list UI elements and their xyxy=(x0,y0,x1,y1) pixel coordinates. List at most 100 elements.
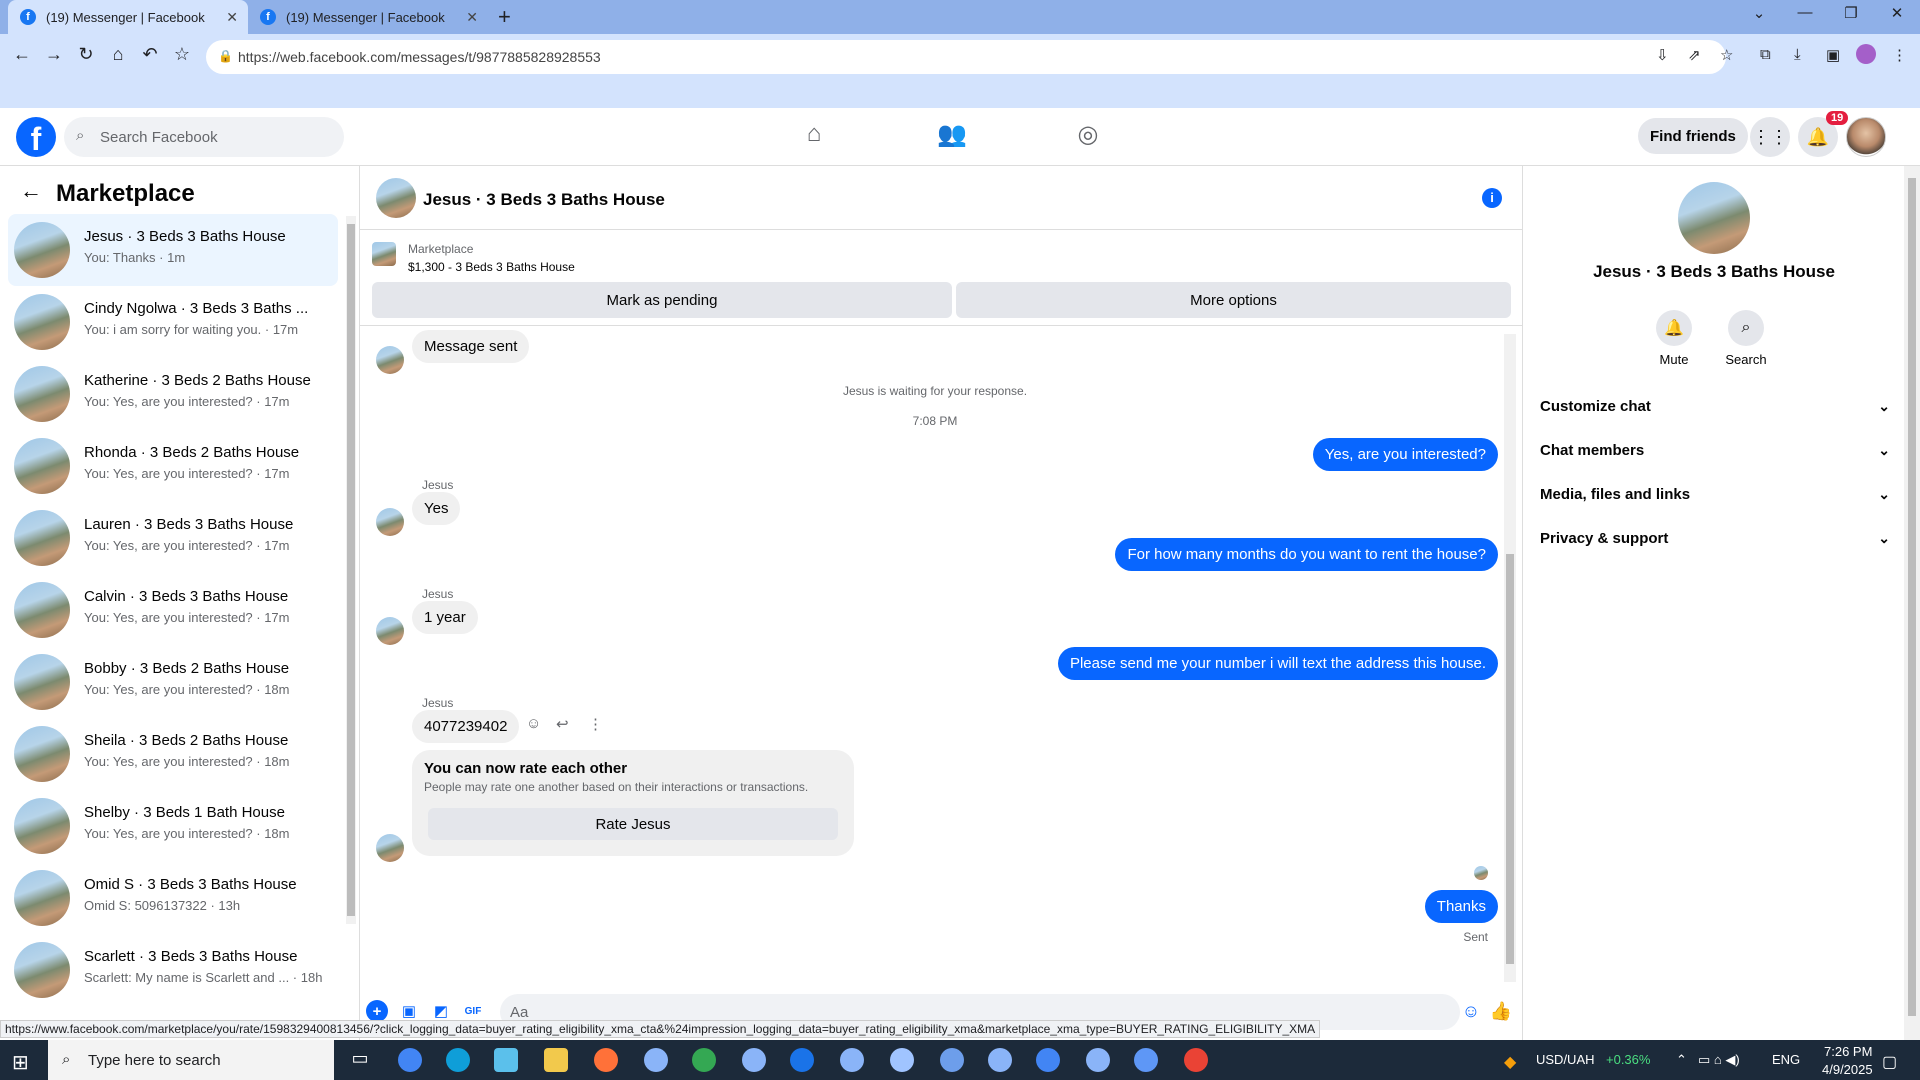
message-bubble-outgoing[interactable]: Thanks xyxy=(1424,890,1498,923)
clock-date[interactable]: 4/9/2025 xyxy=(1822,1062,1873,1077)
app-icon[interactable] xyxy=(494,1048,518,1072)
menu-grid-icon[interactable]: ⋮⋮ xyxy=(1750,117,1790,157)
sidebar-icon[interactable]: ▣ xyxy=(1826,46,1840,64)
downloads-icon[interactable]: ⤓ xyxy=(1794,46,1801,63)
chrome-profile-icon[interactable] xyxy=(644,1048,668,1072)
language[interactable]: ENG xyxy=(1772,1052,1800,1067)
taskbar-search[interactable]: ⌕ Type here to search xyxy=(48,1040,334,1080)
conversation-item[interactable]: Calvin · 3 Beds 3 Baths House You: Yes, a… xyxy=(8,574,338,646)
menu-icon[interactable]: ⋮ xyxy=(1892,46,1907,64)
conversation-item[interactable]: Bobby · 3 Beds 2 Baths House You: Yes, ar… xyxy=(8,646,338,718)
sidebar-scrollbar[interactable] xyxy=(346,216,356,924)
reload-icon[interactable]: ↻ xyxy=(72,44,100,65)
message-bubble-incoming[interactable]: Yes xyxy=(412,492,461,525)
chrome-profile-icon[interactable] xyxy=(790,1048,814,1072)
home-icon[interactable]: ⌂ xyxy=(104,44,132,65)
file-explorer-icon[interactable] xyxy=(544,1048,568,1072)
home-nav-icon[interactable]: ⌂ xyxy=(784,120,844,148)
conversation-item[interactable]: Scarlett · 3 Beds 3 Baths House Scarlett:… xyxy=(8,934,338,1006)
conversation-item[interactable]: Jesus · 3 Beds 3 Baths House You: Thanks … xyxy=(8,214,338,286)
groups-nav-icon[interactable]: ◎ xyxy=(1058,120,1118,149)
install-icon[interactable]: ⇩ xyxy=(1656,46,1669,64)
message-bubble-outgoing[interactable]: Yes, are you interested? xyxy=(1312,438,1498,471)
search-icon[interactable]: ⌕ xyxy=(1728,310,1764,346)
back-arrow-icon[interactable]: ← xyxy=(20,178,42,204)
conversation-item[interactable]: Katherine · 3 Beds 2 Baths House You: Yes… xyxy=(8,358,338,430)
url-bar[interactable]: 🔒 https://web.facebook.com/messages/t/98… xyxy=(206,40,1726,74)
conversation-item[interactable]: Rhonda · 3 Beds 2 Baths House You: Yes, a… xyxy=(8,430,338,502)
more-icon[interactable]: ⋮ xyxy=(588,715,603,733)
scrollbar-thumb[interactable] xyxy=(1908,178,1916,1016)
minimize-icon[interactable]: — xyxy=(1782,4,1828,21)
clock-time[interactable]: 7:26 PM xyxy=(1824,1044,1872,1059)
page-scrollbar[interactable] xyxy=(1904,166,1920,1040)
chrome-profile-icon[interactable] xyxy=(742,1048,766,1072)
maximize-icon[interactable]: ❐ xyxy=(1828,4,1874,22)
conversation-item[interactable]: Omid S · 3 Beds 3 Baths House Omid S: 509… xyxy=(8,862,338,934)
find-friends-button[interactable]: Find friends xyxy=(1638,118,1748,154)
new-tab-icon[interactable]: + xyxy=(498,4,511,30)
star-icon[interactable]: ☆ xyxy=(1720,46,1733,64)
currency-pair[interactable]: USD/UAH xyxy=(1536,1052,1595,1067)
scrollbar-thumb[interactable] xyxy=(347,224,355,916)
message-bubble-incoming[interactable]: 1 year xyxy=(412,601,478,634)
scrollbar-thumb[interactable] xyxy=(1506,554,1514,964)
listing-thumbnail[interactable] xyxy=(372,242,396,266)
chrome-profile-icon[interactable] xyxy=(1036,1048,1060,1072)
facebook-logo-icon[interactable]: f xyxy=(16,117,56,157)
message-bubble-outgoing[interactable]: For how many months do you want to rent … xyxy=(1115,538,1498,571)
task-view-icon[interactable]: ▭ xyxy=(348,1048,372,1072)
conversation-item[interactable]: Sheila · 3 Beds 2 Baths House You: Yes, a… xyxy=(8,718,338,790)
crop-icon[interactable]: ⧉ xyxy=(1760,46,1771,63)
chat-members-row[interactable]: Chat members ⌄ xyxy=(1540,432,1890,468)
close-window-icon[interactable]: ✕ xyxy=(1874,4,1920,22)
chat-avatar[interactable] xyxy=(376,178,416,218)
conversation-item[interactable]: Shelby · 3 Beds 1 Bath House You: Yes, ar… xyxy=(8,790,338,862)
facebook-search-input[interactable]: ⌕ Search Facebook xyxy=(64,117,344,157)
privacy-support-row[interactable]: Privacy & support ⌄ xyxy=(1540,520,1890,556)
tray-chevron-icon[interactable]: ⌃ xyxy=(1676,1052,1687,1068)
chrome-profile-icon[interactable] xyxy=(890,1048,914,1072)
info-icon[interactable]: i xyxy=(1482,188,1502,208)
conversation-item[interactable]: Cindy Ngolwa · 3 Beds 3 Baths ... You: i … xyxy=(8,286,338,358)
media-files-links-row[interactable]: Media, files and links ⌄ xyxy=(1540,476,1890,512)
more-options-button[interactable]: More options xyxy=(956,282,1511,318)
notification-center-icon[interactable]: ▢ xyxy=(1882,1052,1897,1072)
message-bubble-incoming[interactable]: 4077239402 xyxy=(412,710,520,743)
gif-icon[interactable]: GIF xyxy=(462,1000,484,1022)
chrome-profile-icon[interactable] xyxy=(1086,1048,1110,1072)
message-bubble-incoming[interactable]: Message sent xyxy=(412,330,530,363)
chrome-icon[interactable] xyxy=(398,1048,422,1072)
bell-icon[interactable]: 🔔 xyxy=(1656,310,1692,346)
close-tab-icon[interactable]: ✕ xyxy=(466,9,478,26)
back-icon[interactable]: ← xyxy=(8,44,36,65)
chat-title[interactable]: Jesus · 3 Beds 3 Baths House xyxy=(423,190,665,210)
chrome-profile-icon[interactable] xyxy=(1134,1048,1158,1072)
rate-button[interactable]: Rate Jesus xyxy=(428,808,838,840)
mute-action[interactable]: 🔔 Mute xyxy=(1644,310,1704,367)
firefox-icon[interactable] xyxy=(594,1048,618,1072)
browser-tab-2[interactable]: f (19) Messenger | Facebook ✕ xyxy=(248,0,488,34)
conversation-item[interactable]: Lauren · 3 Beds 3 Baths House You: Yes, a… xyxy=(8,502,338,574)
chrome-profile-icon[interactable] xyxy=(692,1048,716,1072)
forward-icon[interactable]: → xyxy=(40,44,68,65)
tray-icons[interactable]: ▭ ⌂ ◀) xyxy=(1698,1052,1740,1068)
undo-icon[interactable]: ↶ xyxy=(136,44,164,65)
customize-chat-row[interactable]: Customize chat ⌄ xyxy=(1540,388,1890,424)
share-icon[interactable]: ⇗ xyxy=(1688,46,1701,64)
profile-icon[interactable] xyxy=(1856,44,1876,64)
chat-scrollbar[interactable] xyxy=(1504,334,1516,982)
close-tab-icon[interactable]: ✕ xyxy=(226,9,238,26)
chrome-profile-icon[interactable] xyxy=(988,1048,1012,1072)
chrome-profile-icon[interactable] xyxy=(940,1048,964,1072)
chrome-profile-icon[interactable] xyxy=(1184,1048,1208,1072)
listing-description[interactable]: $1,300 - 3 Beds 3 Baths House xyxy=(408,260,575,274)
bookmark-star-icon[interactable]: ☆ xyxy=(168,44,196,65)
reply-icon[interactable]: ↩ xyxy=(556,715,569,733)
emoji-icon[interactable]: ☺ xyxy=(1460,1000,1482,1022)
like-icon[interactable]: 👍 xyxy=(1490,1000,1512,1022)
edge-icon[interactable] xyxy=(446,1048,470,1072)
mark-as-pending-button[interactable]: Mark as pending xyxy=(372,282,952,318)
chrome-profile-icon[interactable] xyxy=(840,1048,864,1072)
search-action[interactable]: ⌕ Search xyxy=(1716,310,1776,367)
